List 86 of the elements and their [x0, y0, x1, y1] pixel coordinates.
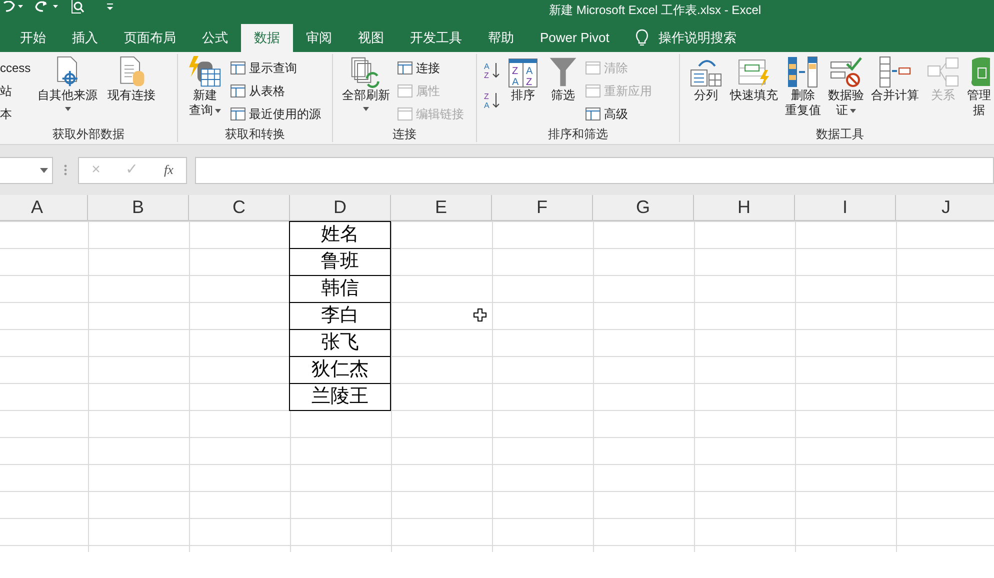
ribbon-button[interactable]: 本	[0, 102, 31, 125]
column-header[interactable]: D	[290, 195, 391, 220]
column-header[interactable]: I	[795, 195, 896, 220]
ribbon-button[interactable]: 高级	[585, 102, 652, 125]
ribbon-tab[interactable]: 审阅	[293, 24, 345, 52]
table-cell: 鲁班	[289, 248, 391, 276]
group-label: 连接	[392, 127, 416, 142]
customize-icon[interactable]	[106, 2, 114, 12]
ribbon-button[interactable]: 分列	[686, 54, 726, 103]
ribbon-button[interactable]: 从表格	[230, 79, 321, 102]
ribbon-tab[interactable]: 页面布局	[111, 24, 189, 52]
ribbon-button[interactable]: 现有连接	[104, 54, 159, 103]
column-header[interactable]: B	[88, 195, 189, 220]
command-icon	[230, 60, 246, 76]
table-cell: 张飞	[289, 329, 391, 357]
ribbon-button[interactable]: 管理 据	[964, 54, 994, 118]
flash-fill-icon	[737, 58, 771, 88]
command-icon	[585, 106, 601, 122]
column-header[interactable]: E	[391, 195, 492, 220]
text-columns-icon	[689, 58, 723, 88]
table-cell: 狄仁杰	[289, 356, 391, 384]
table-cell: 姓名	[289, 221, 391, 249]
formula-input[interactable]	[195, 156, 994, 184]
ribbon-button[interactable]: 合并计算	[868, 54, 922, 103]
funnel-icon	[548, 56, 578, 88]
caret-icon	[40, 168, 48, 172]
command-icon	[397, 106, 413, 122]
ribbon-button[interactable]: 数据验 证	[825, 54, 867, 118]
ribbon-button[interactable]: 显示查询	[230, 56, 321, 79]
group-label: 获取外部数据	[52, 127, 124, 142]
lightbulb-icon	[636, 29, 648, 47]
ribbon-button[interactable]: 全部刷新	[339, 54, 393, 111]
redo-icon[interactable]	[34, 1, 60, 13]
ribbon-tab[interactable]: 开发工具	[397, 24, 475, 52]
sort-icon: Z A A Z	[508, 58, 538, 88]
column-header[interactable]: J	[896, 195, 994, 220]
group-label: 排序和筛选	[548, 127, 608, 142]
undo-icon[interactable]	[2, 1, 24, 13]
ribbon-tab[interactable]: 开始	[7, 24, 59, 52]
ribbon-tab[interactable]: 视图	[345, 24, 397, 52]
ribbon-button[interactable]: 连接	[397, 56, 464, 79]
print-preview-icon[interactable]	[70, 0, 86, 14]
ribbon-tab[interactable]: Power Pivot	[527, 24, 622, 52]
ribbon-button[interactable]: 站	[0, 79, 31, 102]
caret-icon	[215, 108, 221, 112]
data-validation-icon	[829, 56, 863, 88]
ribbon-button[interactable]: 新建 查询	[184, 54, 226, 118]
table-cell: 李白	[289, 302, 391, 330]
ribbon-button[interactable]: ccess	[0, 56, 31, 79]
insert-function-button[interactable]: fx	[164, 160, 174, 180]
ribbon-button[interactable]: 筛选	[545, 54, 581, 103]
caret-icon	[850, 108, 856, 112]
table-cell: 韩信	[289, 275, 391, 303]
command-icon	[397, 60, 413, 76]
column-header[interactable]: H	[694, 195, 795, 220]
command-icon	[230, 106, 246, 122]
ribbon-button[interactable]: Z A A Z 排序	[505, 54, 541, 103]
ribbon-button[interactable]: 最近使用的源	[230, 102, 321, 125]
window-title: 新建 Microsoft Excel 工作表.xlsx - Excel	[549, 2, 762, 18]
command-icon	[230, 82, 246, 98]
ribbon-button[interactable]: 快速填充	[727, 54, 781, 103]
command-icon	[585, 60, 601, 76]
column-header[interactable]: A	[0, 195, 88, 220]
command-icon	[397, 82, 413, 98]
caret-icon	[363, 107, 369, 111]
ribbon-tab[interactable]: 数据	[241, 24, 293, 52]
command-icon	[585, 82, 601, 98]
consolidate-icon	[878, 56, 912, 88]
caret-icon	[64, 107, 71, 111]
ribbon-button[interactable]: 自其他来源	[34, 54, 101, 111]
cursor-icon	[473, 308, 487, 322]
column-header[interactable]: C	[189, 195, 290, 220]
tell-me-search[interactable]: 操作说明搜索	[636, 24, 736, 52]
column-header[interactable]: G	[593, 195, 694, 220]
ribbon-tab[interactable]: 插入	[59, 24, 111, 52]
ribbon-tab[interactable]: 公式	[189, 24, 241, 52]
database-table-icon	[187, 56, 223, 88]
ribbon-tab[interactable]: 帮助	[475, 24, 527, 52]
group-label: 获取和转换	[225, 127, 285, 142]
column-header[interactable]: F	[492, 195, 593, 220]
relationships-icon	[926, 56, 960, 88]
grip-icon	[64, 164, 67, 176]
table-cell: 兰陵王	[289, 383, 391, 411]
ribbon-button[interactable]: 删除 重复值	[782, 54, 824, 118]
group-label: 数据工具	[816, 127, 864, 142]
remove-duplicates-icon	[786, 56, 820, 88]
